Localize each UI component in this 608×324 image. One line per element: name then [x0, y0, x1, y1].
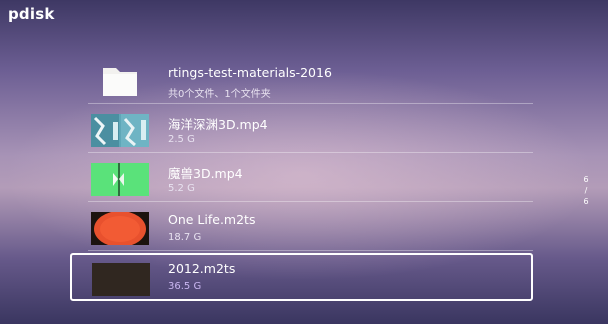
row-divider	[88, 103, 533, 104]
file-detail: 2.5 G	[168, 134, 195, 145]
file-name: rtings-test-materials-2016	[168, 65, 332, 80]
video-thumbnail	[91, 114, 149, 147]
file-name: 海洋深渊3D.mp4	[168, 117, 268, 132]
row-divider	[88, 250, 533, 251]
file-item-video-selected[interactable]: 2012.m2ts 36.5 G	[70, 253, 533, 301]
page-total: 6	[583, 197, 589, 206]
file-detail: 5.2 G	[168, 183, 195, 194]
file-detail: 36.5 G	[168, 281, 202, 292]
page-indicator: 6 / 6	[579, 174, 593, 207]
row-divider	[88, 152, 533, 153]
video-thumbnail	[92, 263, 150, 296]
file-detail: 18.7 G	[168, 232, 202, 243]
file-name: One Life.m2ts	[168, 212, 256, 227]
file-item-video[interactable]: 海洋深渊3D.mp4 2.5 G	[70, 106, 533, 153]
file-item-video[interactable]: One Life.m2ts 18.7 G	[70, 204, 533, 251]
page-separator: /	[584, 186, 588, 195]
file-item-folder[interactable]: rtings-test-materials-2016 共0个文件、1个文件夹	[70, 57, 533, 104]
file-name: 2012.m2ts	[168, 261, 236, 276]
app-title: pdisk	[8, 5, 55, 23]
file-name: 魔兽3D.mp4	[168, 166, 243, 181]
video-thumbnail	[91, 163, 149, 196]
video-thumbnail	[91, 211, 149, 247]
file-item-video[interactable]: 魔兽3D.mp4 5.2 G	[70, 155, 533, 202]
row-divider	[88, 201, 533, 202]
folder-icon	[91, 65, 149, 98]
file-detail: 共0个文件、1个文件夹	[168, 89, 271, 100]
page-current: 6	[583, 175, 589, 184]
